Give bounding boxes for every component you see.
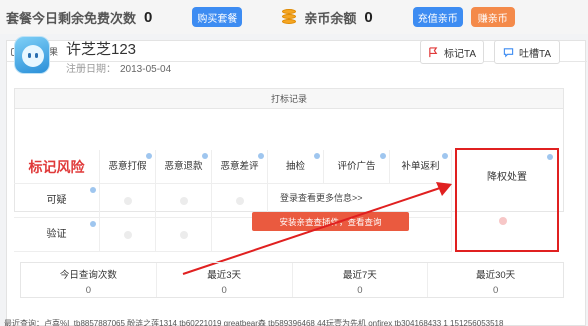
stat-today: 今日查询次数 0 <box>21 263 157 297</box>
stat-label: 最近30天 <box>476 270 516 281</box>
recent-queries: 最近查询：卢喜%I_tb8857887065 酚涟之莲1314 tb602210… <box>4 319 504 326</box>
stat-value: 0 <box>221 285 227 296</box>
stat-value: 0 <box>85 285 92 296</box>
stat-value: 0 <box>357 285 363 296</box>
stat-7days: 最近7天 0 <box>293 263 429 297</box>
stat-label: 最近7天 <box>342 270 377 281</box>
stat-value: 0 <box>492 285 499 296</box>
stat-label: 最近3天 <box>207 270 242 281</box>
stat-3days: 最近3天 0 <box>157 263 293 297</box>
stat-30days: 最近30天 0 <box>428 263 563 297</box>
query-stats: 今日查询次数 0 最近3天 0 最近7天 0 最近30天 0 <box>20 262 564 298</box>
stat-label: 今日查询次数 <box>59 270 117 281</box>
